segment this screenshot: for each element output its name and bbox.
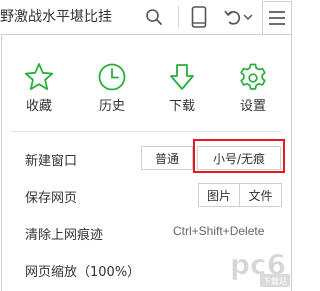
highlight-box: [193, 139, 285, 173]
pc6-watermark-logo: pc6 下载站: [229, 244, 291, 288]
star-icon: [24, 63, 54, 91]
mobile-phone-icon[interactable]: [186, 4, 212, 30]
clear-history-item[interactable]: 清除上网痕迹: [25, 224, 103, 243]
page-zoom-label: 网页缩放（100%）: [25, 265, 141, 280]
quick-action-label: 下载: [169, 99, 196, 114]
quick-action-label: 历史: [99, 99, 126, 114]
quick-action-label: 收藏: [26, 99, 53, 114]
page-title: 野激战水平堪比挂: [0, 9, 112, 25]
watermark-subtext: 下载站: [263, 276, 287, 286]
quick-action-label: 设置: [240, 99, 267, 114]
save-page-label: 保存网页: [25, 191, 78, 206]
normal-window-button[interactable]: 普通: [141, 146, 193, 170]
clear-history-shortcut: Ctrl+Shift+Delete: [173, 224, 265, 238]
download-arrow-icon: [170, 64, 194, 90]
clock-icon: [98, 63, 126, 91]
menu-button[interactable]: [262, 1, 292, 35]
hamburger-icon: [269, 11, 285, 25]
chevron-down-icon[interactable]: [240, 4, 256, 30]
search-icon[interactable]: [141, 4, 167, 30]
gear-icon: [240, 63, 266, 90]
save-as-file-button[interactable]: 文件: [239, 183, 282, 207]
menu-divider: [10, 131, 282, 132]
new-window-label: 新建窗口: [25, 154, 78, 169]
toolbar-divider: [178, 6, 179, 28]
save-as-image-button[interactable]: 图片: [198, 183, 240, 207]
browser-toolbar: 野激战水平堪比挂: [0, 0, 293, 35]
